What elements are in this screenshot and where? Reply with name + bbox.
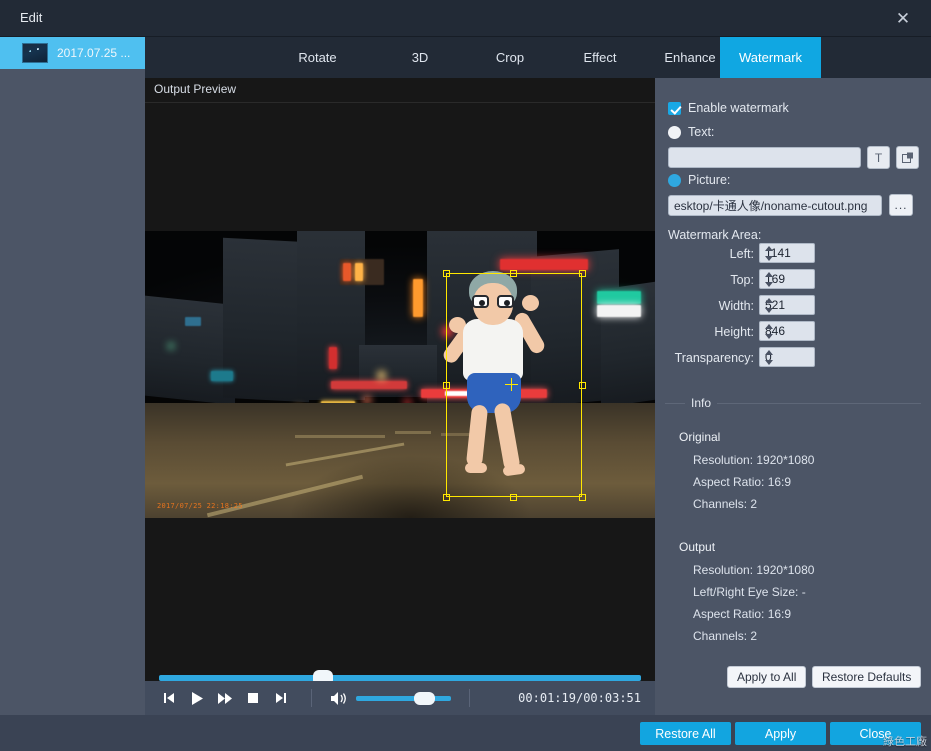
tab-watermark[interactable]: Watermark [720,37,821,78]
tab-3d[interactable]: 3D [375,37,465,78]
text-radio[interactable] [668,125,681,139]
watermark-text-input[interactable] [668,147,861,168]
transparency-field-stepper[interactable] [765,350,774,365]
close-icon[interactable]: ✕ [875,0,931,36]
resize-handle-ne[interactable] [579,270,586,277]
original-channels: Channels: 2 [693,497,758,511]
transparency-field[interactable]: 0 [759,347,815,367]
play-icon[interactable] [183,681,211,715]
tab-effect[interactable]: Effect [555,37,645,78]
left-field[interactable]: 1141 [759,243,815,263]
info-group: Info [665,396,921,410]
output-eye-size: Left/Right Eye Size: - [693,585,806,599]
video-canvas[interactable]: 2017/07/25 22:18:25 [145,231,655,518]
resize-handle-w[interactable] [443,382,450,389]
restore-all-button[interactable]: Restore All [640,722,731,745]
picture-path-row: esktop/卡通人像/noname-cutout.png ... [668,194,913,216]
enable-watermark-checkbox[interactable] [668,101,681,115]
volume-slider[interactable] [356,691,451,705]
window-title: Edit [20,10,43,25]
preview-header-label: Output Preview [154,82,237,96]
top-field[interactable]: 169 [759,269,815,289]
info-group-title: Info [685,396,718,410]
resize-handle-n[interactable] [510,270,517,277]
resize-handle-nw[interactable] [443,270,450,277]
picture-path-input[interactable]: esktop/卡通人像/noname-cutout.png [668,194,882,216]
stop-icon[interactable] [239,681,267,715]
left-field-label: Left: [729,247,754,261]
resize-handle-s[interactable] [510,494,517,501]
original-aspect-ratio: Aspect Ratio: 16:9 [693,475,792,489]
dashcam-timestamp: 2017/07/25 22:18:25 [157,502,243,510]
enable-watermark-row[interactable]: Enable watermark [668,101,789,115]
watermark-area-title: Watermark Area: [668,228,762,242]
volume-handle[interactable] [413,691,435,705]
skip-next-icon[interactable] [267,681,295,715]
enable-watermark-label: Enable watermark [688,101,789,115]
picture-option-label: Picture: [688,173,731,187]
player-controls: 00:01:19/00:03:51 [145,681,655,715]
restore-defaults-button[interactable]: Restore Defaults [812,666,922,688]
preview-header: Output Preview [145,78,655,103]
width-field-stepper[interactable] [765,298,774,313]
fast-forward-icon[interactable] [211,681,239,715]
title-bar: Edit ✕ [0,0,931,37]
color-layers-icon[interactable] [896,146,919,169]
text-option-row[interactable]: Text: [668,125,714,139]
height-field[interactable]: 846 [759,321,815,341]
output-channels: Channels: 2 [693,629,758,643]
text-input-row: T [668,146,919,169]
output-aspect-ratio: Aspect Ratio: 16:9 [693,607,792,621]
left-field-stepper[interactable] [765,246,774,261]
watermark-settings-panel: Enable watermark Text: T Picture: esktop… [655,78,931,715]
divider [311,689,312,707]
output-resolution: Resolution: 1920*1080 [693,563,815,577]
skip-previous-icon[interactable] [155,681,183,715]
font-T-icon[interactable]: T [867,146,890,169]
bottom-bar: Restore All Apply Close 綠色工廠 [0,715,931,751]
tab-bar: Rotate 3D Crop Effect Enhance Watermark [145,37,931,78]
height-field-label: Height: [714,325,754,339]
divider [469,689,470,707]
volume-icon[interactable] [328,681,350,715]
resize-handle-sw[interactable] [443,494,450,501]
preview-panel: Output Preview 2017/07/25 22:18:25 00:01… [145,78,655,715]
tab-crop[interactable]: Crop [465,37,555,78]
width-field-label: Width: [718,299,754,313]
apply-to-all-button[interactable]: Apply to All [727,666,807,688]
output-heading: Output [679,540,716,554]
apply-button[interactable]: Apply [735,722,826,745]
list-item-label: 2017.07.25 ... [57,46,131,60]
original-resolution: Resolution: 1920*1080 [693,453,815,467]
video-thumbnail-icon [22,43,48,63]
picture-option-row[interactable]: Picture: [668,173,730,187]
move-center-icon[interactable] [505,378,518,391]
original-heading: Original [679,430,721,444]
browse-button[interactable]: ... [889,194,913,216]
resize-handle-se[interactable] [579,494,586,501]
picture-radio[interactable] [668,173,681,187]
width-field[interactable]: 521 [759,295,815,315]
image-watermark-overlay: 綠色工廠 [883,735,927,748]
top-field-label: Top: [730,273,754,287]
timecode: 00:01:19/00:03:51 [518,691,641,705]
edit-window: Edit ✕ 2017.07.25 ... Rotate 3D Crop Eff… [0,0,931,751]
height-field-stepper[interactable] [765,324,774,339]
file-list: 2017.07.25 ... [0,37,145,751]
list-item[interactable]: 2017.07.25 ... [0,37,145,69]
transparency-field-label: Transparency: [674,351,754,365]
top-field-stepper[interactable] [765,272,774,287]
resize-handle-e[interactable] [579,382,586,389]
text-option-label: Text: [688,125,715,139]
tab-rotate[interactable]: Rotate [260,37,375,78]
